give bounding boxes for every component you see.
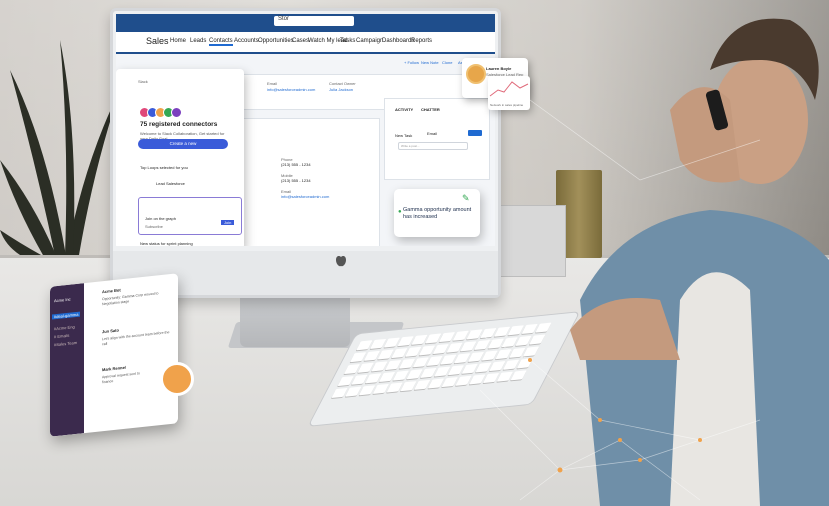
join-button[interactable]: Join bbox=[221, 220, 235, 225]
monitor-stand bbox=[240, 292, 350, 347]
nav-campaign[interactable]: Campaign bbox=[356, 38, 383, 44]
nav-contacts[interactable]: Contacts bbox=[209, 38, 233, 46]
panel-header-label: Slack bbox=[138, 79, 148, 84]
notification-text: Gamma opportunity amount has increased bbox=[403, 207, 472, 220]
slack-sidebar: Acme Inc #deal-gamma #Acme Eng # Emails … bbox=[50, 283, 84, 437]
check-icon: ● bbox=[398, 209, 402, 215]
feed-card-title: Join on the graph bbox=[145, 216, 176, 221]
mini-chart-card: Network in sales pipeline bbox=[488, 76, 530, 110]
photo-scene: Stor Sales Home Leads Contacts Accounts … bbox=[0, 0, 829, 506]
apple-logo-icon bbox=[336, 256, 346, 267]
avatar bbox=[171, 107, 182, 118]
message-author: Jun Sato bbox=[102, 327, 119, 335]
detail-panel: Phone (213) 555 - 1234 Mobile (213) 555 … bbox=[238, 118, 380, 246]
header-email-label: Email bbox=[267, 81, 278, 86]
create-new-button[interactable]: Create a new bbox=[138, 139, 228, 149]
message-author: Acme Bot bbox=[102, 287, 121, 295]
profile-name: Lauren Boyle bbox=[486, 66, 512, 71]
message-text: Approval request sent to finance bbox=[102, 371, 140, 385]
slack-side-panel: Slack 75 registered connectors Welcome t… bbox=[116, 69, 244, 246]
feed-card[interactable]: Join on the graph Subscribe Join bbox=[138, 197, 242, 235]
avatar bbox=[466, 64, 486, 84]
avatar bbox=[160, 362, 194, 396]
tab-activity[interactable]: ACTIVITY bbox=[395, 107, 413, 112]
detail-email-value[interactable]: info@salesforceadmin.com bbox=[281, 194, 329, 199]
monitor-screen: Stor Sales Home Leads Contacts Accounts … bbox=[116, 14, 495, 246]
leaf-icon: ✎ bbox=[462, 193, 470, 203]
header-owner-label: Contact Owner bbox=[329, 81, 356, 86]
chart-caption: Network in sales pipeline bbox=[490, 103, 524, 107]
nav-tasks[interactable]: Tasks bbox=[340, 38, 355, 44]
phone-value: (213) 555 - 1234 bbox=[281, 162, 311, 167]
feed-card-sub: Subscribe bbox=[145, 224, 163, 229]
header-email-value[interactable]: info@salesforceadmin.com bbox=[267, 87, 315, 92]
sparkline bbox=[489, 81, 529, 97]
nav-home[interactable]: Home bbox=[170, 38, 186, 44]
nav-dashboards[interactable]: Dashboards bbox=[382, 38, 414, 44]
post-button[interactable] bbox=[468, 130, 482, 136]
clone-button[interactable]: Clone bbox=[442, 60, 452, 65]
nav-accounts[interactable]: Accounts bbox=[234, 38, 259, 44]
activity-panel: ACTIVITY CHATTER New Task Email bbox=[384, 98, 490, 180]
new-task-tab[interactable]: New Task bbox=[395, 133, 412, 138]
nav-reports[interactable]: Reports bbox=[411, 38, 432, 44]
workspace-name: Acme Inc bbox=[54, 296, 71, 304]
follow-button[interactable]: + Follow bbox=[404, 60, 419, 65]
nav-cases[interactable]: Cases bbox=[292, 38, 309, 44]
header-owner-value[interactable]: Julia Jackson bbox=[329, 87, 353, 92]
nav-leads[interactable]: Leads bbox=[190, 38, 206, 44]
active-channel[interactable]: #deal-gamma bbox=[52, 311, 81, 320]
channel-item[interactable]: #Sales Team bbox=[54, 340, 77, 347]
app-name: Sales bbox=[146, 36, 169, 46]
lead-row-label[interactable]: Lead Salesforce bbox=[156, 181, 185, 186]
post-input[interactable]: Write a post... bbox=[398, 142, 468, 150]
bottom-status-text: New status for sprint planning bbox=[140, 241, 193, 246]
panel-title: 75 registered connectors bbox=[140, 121, 218, 128]
nav-opportunities[interactable]: Opportunities bbox=[258, 38, 294, 44]
email-tab[interactable]: Email bbox=[427, 131, 437, 136]
slack-mobile-device: Acme Inc #deal-gamma #Acme Eng # Emails … bbox=[50, 273, 178, 437]
tab-chatter[interactable]: CHATTER bbox=[421, 107, 440, 112]
man-on-phone bbox=[570, 18, 829, 506]
mobile-value: (213) 555 - 1234 bbox=[281, 178, 311, 183]
channel-item[interactable]: #Acme Eng bbox=[54, 324, 75, 331]
avatar-group bbox=[139, 107, 182, 118]
notification-popup[interactable]: ● Gamma opportunity amount has increased… bbox=[394, 189, 480, 237]
top-loops-label: Top Loops selected for you bbox=[140, 165, 188, 170]
channel-item[interactable]: # Emails bbox=[54, 333, 69, 340]
message-author: Mark Rennel bbox=[102, 364, 126, 373]
new-note-button[interactable]: New Note bbox=[421, 60, 439, 65]
search-scope[interactable]: Stor bbox=[278, 16, 289, 22]
imac-monitor: Stor Sales Home Leads Contacts Accounts … bbox=[110, 8, 501, 298]
